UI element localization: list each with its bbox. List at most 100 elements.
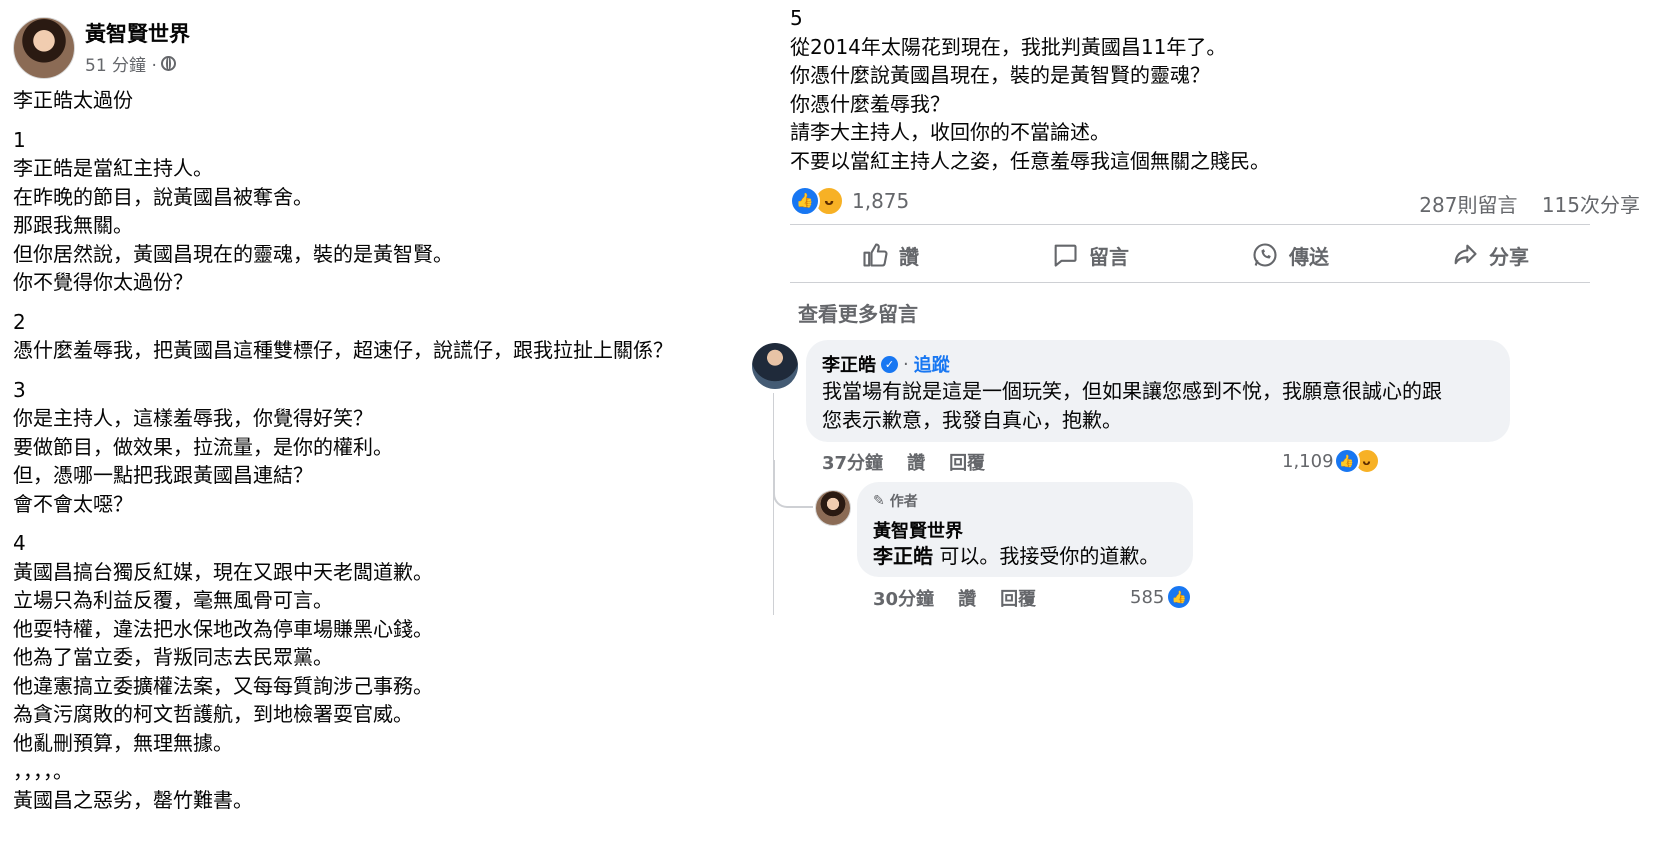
reaction-count: 1,875 [852, 189, 910, 213]
globe-icon [160, 56, 176, 71]
post-paragraph-3: 3 你是主持人，這樣羞辱我，你覺得好笑？ 要做節目，做效果，拉流量，是你的權利。… [13, 376, 773, 519]
text-line: 要做節目，做效果，拉流量，是你的權利。 [13, 434, 393, 459]
post-body-left: 李正皓太過份 1 李正皓是當紅主持人。 在昨晚的節目，說黃國昌被奪舍。 那跟我無… [13, 86, 773, 825]
author-badge: ✎ 作者 [873, 491, 918, 511]
text-line: 會不會太噁？ [13, 491, 133, 516]
verified-badge-icon: ✓ [881, 355, 898, 373]
reply-bubble: ✎ 作者 黃智賢世界 李正皓 可以。我接受你的道歉。 [857, 482, 1193, 577]
reactions-summary[interactable]: 👍 ᴗ 1,875 [790, 186, 909, 216]
text-line: 請李大主持人，收回你的不當論述。 [790, 120, 1110, 144]
thread-branch [773, 460, 813, 508]
comment-bubble: 李正皓 ✓ · 追蹤 我當場有說是這是一個玩笑，但如果讓您感到不悅，我願意很誠心… [806, 340, 1510, 442]
text-line: 他為了當立委，背叛同志去民眾黨。 [13, 645, 333, 669]
reply-author-avatar[interactable] [815, 490, 851, 526]
text-line: 3 [13, 377, 26, 402]
share-icon [1454, 244, 1477, 265]
reply-text-body: 可以。我接受你的道歉。 [933, 544, 1160, 568]
post-body-right: 5 從2014年太陽花到現在，我批判黃國昌11年了。 你憑什麼說黃國昌現在，裝的… [790, 4, 1650, 175]
text-line: 黃國昌搞台獨反紅媒，現在又跟中天老闆道歉。 [13, 559, 433, 584]
comment-meta: 37分鐘 讚 回覆 [822, 449, 985, 475]
commenter-name[interactable]: 李正皓 [822, 351, 876, 377]
share-label: 分享 [1489, 244, 1529, 269]
separator-dot: · [903, 353, 909, 375]
like-button[interactable]: 讚 [790, 230, 990, 280]
text-line: 2 [13, 309, 26, 334]
post-timestamp[interactable]: 51 分鐘 · [85, 51, 176, 76]
text-line: 在昨晚的節目，說黃國昌被奪舍。 [13, 184, 313, 209]
action-bar: 讚 留言 傳送 分享 [790, 230, 1590, 280]
reply-text: 李正皓 可以。我接受你的道歉。 [873, 540, 1159, 569]
reply-meta: 30分鐘 讚 回覆 [873, 585, 1036, 611]
comment-text-line: 您表示歉意，我發自真心，抱歉。 [822, 407, 1122, 432]
commenter-avatar[interactable] [752, 343, 798, 389]
text-line: 從2014年太陽花到現在，我批判黃國昌11年了。 [790, 34, 1227, 59]
text-line: 他違憲搞立委擴權法案，又每每質詢涉己事務。 [13, 673, 433, 698]
reply-time[interactable]: 30分鐘 [873, 585, 934, 611]
text-line: 1 [13, 127, 26, 152]
comment-reply-button[interactable]: 回覆 [949, 449, 985, 475]
share-button[interactable]: 分享 [1390, 230, 1590, 280]
text-line: 你憑什麼羞辱我？ [790, 91, 950, 116]
post-paragraph-1: 1 李正皓是當紅主持人。 在昨晚的節目，說黃國昌被奪舍。 那跟我無關。 但你居然… [13, 126, 773, 297]
reply-reaction-count: 585 [1130, 586, 1165, 608]
divider [790, 282, 1590, 283]
thread-line [773, 393, 774, 615]
text-line: 但你居然說，黃國昌現在的靈魂，裝的是黃智賢。 [13, 241, 453, 266]
text-line: 他耍特權，違法把水保地改為停車場賺黑心錢。 [13, 616, 433, 641]
comment-reactions[interactable]: 1,109 👍 ᴗ [1282, 448, 1380, 474]
mention-link[interactable]: 李正皓 [873, 544, 933, 568]
text-line: ，，，，。 [13, 759, 73, 783]
reply-reactions[interactable]: 585 👍 [1130, 584, 1193, 610]
text-line: 黃國昌之惡劣，罄竹難書。 [13, 787, 253, 812]
post-paragraph-4: 4 黃國昌搞台獨反紅媒，現在又跟中天老闆道歉。 立場只為利益反覆，毫無風骨可言。… [13, 529, 773, 814]
text-line: 你是主持人，這樣羞辱我，你覺得好笑？ [13, 406, 373, 430]
comment-text: 我當場有說是這是一個玩笑，但如果讓您感到不悅，我願意很誠心的跟 您表示歉意，我發… [822, 377, 1502, 434]
commenter-name-row: 李正皓 ✓ · 追蹤 [822, 351, 950, 377]
thumbs-up-icon [863, 243, 888, 267]
text-line: 李正皓是當紅主持人。 [13, 156, 213, 180]
pencil-icon: ✎ [873, 493, 885, 509]
page-avatar[interactable] [13, 17, 75, 79]
text-line: 為貪污腐敗的柯文哲護航，到地檢署耍官威。 [13, 702, 413, 726]
text-line: 立場只為利益反覆，毫無風骨可言。 [13, 588, 333, 612]
like-label: 讚 [899, 244, 919, 269]
text-line: 你憑什麼說黃國昌現在，裝的是黃智賢的靈魂？ [790, 63, 1210, 87]
text-line: 不要以當紅主持人之姿，任意羞辱我這個無關之賤民。 [790, 148, 1270, 173]
text-line: 他亂刪預算，無理無據。 [13, 730, 233, 755]
comment-like-button[interactable]: 讚 [907, 449, 925, 475]
comments-count-link[interactable]: 287則留言 [1419, 193, 1517, 217]
like-reaction-icon: 👍 [790, 186, 820, 216]
text-line: 但，憑哪一點把我跟黃國昌連結？ [13, 463, 313, 487]
post-paragraph-2: 2 憑什麼羞辱我，把黃國昌這種雙標仔，超速仔，說謊仔，跟我拉扯上關係？ [13, 308, 773, 365]
whatsapp-icon [1253, 243, 1277, 267]
page-name[interactable]: 黃智賢世界 [85, 18, 190, 48]
reply-like-button[interactable]: 讚 [958, 585, 976, 611]
post-right-panel: 5 從2014年太陽花到現在，我批判黃國昌11年了。 你憑什麼說黃國昌現在，裝的… [752, 0, 1662, 866]
engagement-counts: 287則留言 115次分享 [1401, 189, 1640, 218]
send-label: 傳送 [1289, 244, 1329, 269]
comment-icon [1054, 244, 1077, 267]
comment-button[interactable]: 留言 [990, 230, 1190, 280]
post-left-panel: 黃智賢世界 51 分鐘 · 李正皓太過份 1 李正皓是當紅主持人。 在昨晚的節目… [0, 0, 780, 866]
shares-count-link[interactable]: 115次分享 [1542, 193, 1640, 217]
post-time-text: 51 分鐘 · [85, 56, 157, 76]
like-reaction-icon: 👍 [1166, 584, 1193, 610]
text-line: 5 [790, 6, 803, 30]
comment-time[interactable]: 37分鐘 [822, 449, 883, 475]
follow-link[interactable]: 追蹤 [914, 351, 950, 377]
text-line: 4 [13, 531, 26, 555]
comment-label: 留言 [1089, 244, 1129, 269]
comment-reaction-count: 1,109 [1282, 450, 1334, 472]
text-line: 那跟我無關。 [13, 213, 133, 237]
send-button[interactable]: 傳送 [1190, 230, 1390, 280]
author-badge-label: 作者 [889, 494, 918, 510]
reply-reply-button[interactable]: 回覆 [1000, 585, 1036, 611]
divider [790, 224, 1590, 225]
like-reaction-icon: 👍 [1333, 448, 1360, 474]
post-title-paragraph: 李正皓太過份 [13, 86, 773, 115]
comment-text-line: 我當場有說是這是一個玩笑，但如果讓您感到不悅，我願意很誠心的跟 [822, 379, 1442, 403]
see-more-comments-link[interactable]: 查看更多留言 [798, 298, 918, 327]
text-line: 憑什麼羞辱我，把黃國昌這種雙標仔，超速仔，說謊仔，跟我拉扯上關係？ [13, 338, 673, 362]
text-line: 你不覺得你太過份？ [13, 270, 193, 294]
post-title: 李正皓太過份 [13, 88, 133, 112]
